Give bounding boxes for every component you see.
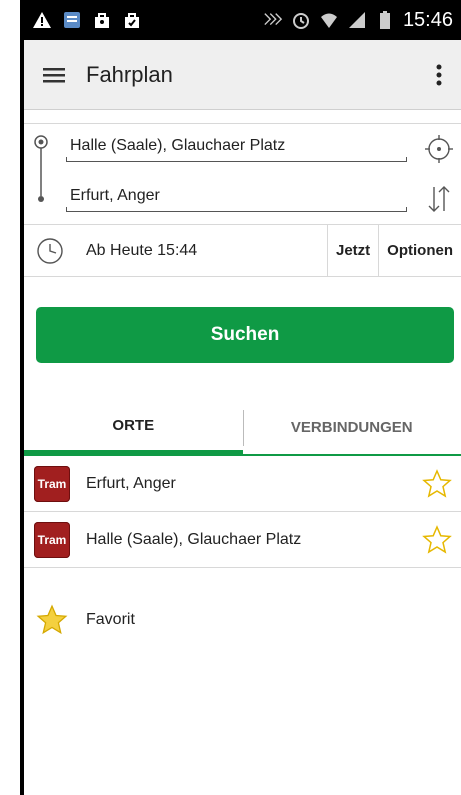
destination-input[interactable]: Erfurt, Anger xyxy=(58,174,407,224)
tram-badge: Tram xyxy=(34,521,70,558)
place-name: Halle (Saale), Glauchaer Platz xyxy=(86,530,302,548)
favorites-entry[interactable]: Favorit xyxy=(24,590,461,650)
favorite-label: Favorit xyxy=(86,611,135,628)
star-icon xyxy=(422,468,452,498)
wifi-icon xyxy=(319,10,339,30)
tab-orte[interactable]: ORTE xyxy=(24,400,243,456)
origin-row: Halle (Saale), Glauchaer Platz xyxy=(24,124,461,174)
favorite-toggle[interactable] xyxy=(415,456,459,512)
destination-text: Erfurt, Anger xyxy=(70,187,160,204)
phone-screen: 15:46 Fahrplan Halle (Saale), Glauchaer … xyxy=(24,0,461,795)
battery-icon xyxy=(375,10,395,30)
overflow-menu-icon xyxy=(436,64,442,85)
page-title: Fahrplan xyxy=(86,61,173,87)
warning-icon xyxy=(32,10,52,30)
tram-badge: Tram xyxy=(34,465,70,502)
place-name: Erfurt, Anger xyxy=(86,474,176,492)
departure-time[interactable]: Ab Heute 15:44 xyxy=(76,242,327,260)
list-item[interactable]: Tram Erfurt, Anger xyxy=(24,456,461,512)
swap-button[interactable] xyxy=(417,174,461,224)
status-time: 15:46 xyxy=(402,8,453,31)
status-bar: 15:46 xyxy=(24,0,461,40)
alarm-icon xyxy=(291,10,311,30)
signal-icon xyxy=(347,10,367,30)
departure-time-row: Ab Heute 15:44 Jetzt Optionen xyxy=(24,224,461,277)
locate-button[interactable] xyxy=(417,124,461,174)
tab-divider xyxy=(243,410,244,446)
route-card: Halle (Saale), Glauchaer Platz Erfurt, A… xyxy=(24,123,461,225)
locate-icon xyxy=(425,135,453,163)
bag-icon xyxy=(122,10,142,30)
list-item[interactable]: Tram Halle (Saale), Glauchaer Platz xyxy=(24,512,461,568)
status-right-icons: 15:46 xyxy=(263,9,453,32)
overflow-menu-button[interactable] xyxy=(417,40,461,110)
star-icon xyxy=(422,524,452,554)
app-bar: Fahrplan xyxy=(24,40,461,110)
origin-text: Halle (Saale), Glauchaer Platz xyxy=(70,137,286,154)
now-button[interactable]: Jetzt xyxy=(326,224,378,277)
menu-button[interactable] xyxy=(24,40,86,110)
tab-verbindungen[interactable]: VERBINDUNGEN xyxy=(242,400,461,456)
favorite-star-icon xyxy=(36,604,68,635)
clock-icon xyxy=(37,237,63,264)
bag-icon xyxy=(92,10,112,30)
search-button[interactable]: Suchen xyxy=(36,307,454,363)
destination-row: Erfurt, Anger xyxy=(24,174,461,224)
swap-icon xyxy=(428,186,450,212)
options-button[interactable]: Optionen xyxy=(378,224,461,277)
route-line xyxy=(24,124,58,174)
hamburger-menu-icon xyxy=(43,67,65,82)
favorite-toggle[interactable] xyxy=(415,512,459,568)
destination-dot-icon xyxy=(38,196,44,202)
app-icon xyxy=(62,10,82,30)
status-left-icons xyxy=(32,10,142,30)
tab-bar: ORTE VERBINDUNGEN xyxy=(24,400,461,456)
origin-input[interactable]: Halle (Saale), Glauchaer Platz xyxy=(58,124,407,174)
nfc-icon xyxy=(263,10,283,30)
time-picker-button[interactable] xyxy=(24,225,76,277)
